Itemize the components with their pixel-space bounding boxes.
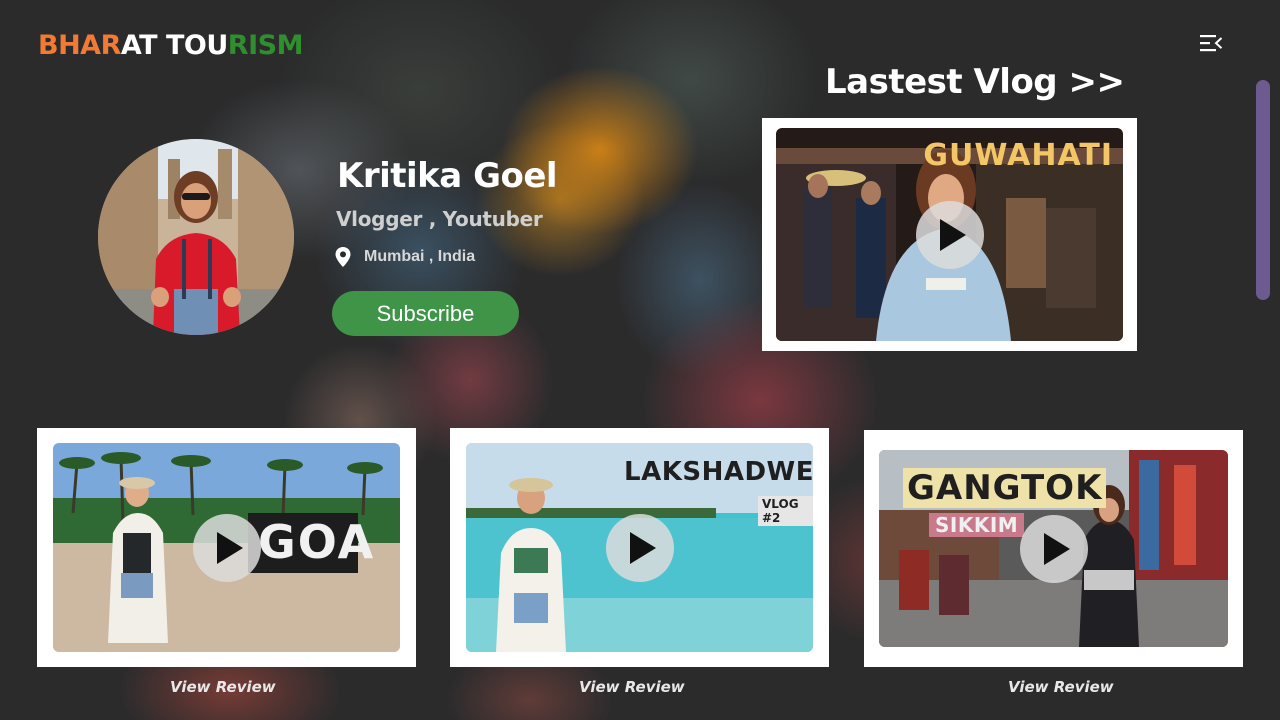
menu-button[interactable] (1199, 34, 1223, 52)
play-button[interactable] (915, 200, 984, 269)
brand-logo-part-green: RISM (227, 30, 304, 61)
video-title-overlay: GOA (258, 515, 376, 569)
video-thumbnail: LAKSHADWEEP VLOG #2 (466, 443, 813, 652)
review-card-gangtok[interactable]: GANGTOK SIKKIM (864, 430, 1243, 667)
play-button[interactable] (1019, 514, 1088, 583)
scrollbar-thumb[interactable] (1256, 80, 1270, 300)
video-subtitle-overlay: VLOG #2 (758, 496, 813, 526)
video-thumbnail: GANGTOK SIKKIM (879, 450, 1228, 647)
profile-role: Vlogger , Youtuber (336, 207, 543, 231)
view-review-link-gangtok[interactable]: View Review (1008, 678, 1114, 696)
menu-collapse-icon (1200, 35, 1223, 52)
profile-avatar (98, 139, 294, 335)
play-icon (216, 531, 243, 564)
review-card-lakshadweep[interactable]: LAKSHADWEEP VLOG #2 (450, 428, 829, 667)
view-review-link-goa[interactable]: View Review (170, 678, 276, 696)
video-subtitle-overlay: SIKKIM (929, 513, 1025, 537)
play-icon (939, 218, 966, 251)
video-thumbnail: GOA (53, 443, 400, 652)
play-icon (1043, 532, 1070, 565)
view-review-link-lakshadweep[interactable]: View Review (579, 678, 685, 696)
video-thumbnail: GUWAHATI (776, 128, 1123, 341)
play-icon (629, 531, 656, 564)
location-pin-icon (335, 247, 351, 267)
brand-logo-part-saffron: BHAR (38, 30, 121, 61)
brand-logo-part-white: AT TOU (120, 30, 228, 61)
review-card-goa[interactable]: GOA (37, 428, 416, 667)
play-button[interactable] (605, 513, 674, 582)
video-title-overlay: LAKSHADWEEP (624, 457, 813, 487)
profile-location: Mumbai , India (334, 246, 475, 268)
play-button[interactable] (192, 513, 261, 582)
profile-name: Kritika Goel (337, 156, 558, 196)
latest-vlog-heading[interactable]: Lastest Vlog >> (825, 62, 1125, 102)
video-title-overlay: GANGTOK (903, 468, 1107, 508)
brand-logo[interactable]: BHARAT TOURISM (38, 30, 303, 61)
location-text: Mumbai , India (364, 248, 476, 265)
subscribe-button[interactable]: Subscribe (332, 291, 519, 336)
latest-vlog-card[interactable]: GUWAHATI (762, 118, 1137, 351)
video-title-overlay: GUWAHATI (923, 138, 1113, 173)
